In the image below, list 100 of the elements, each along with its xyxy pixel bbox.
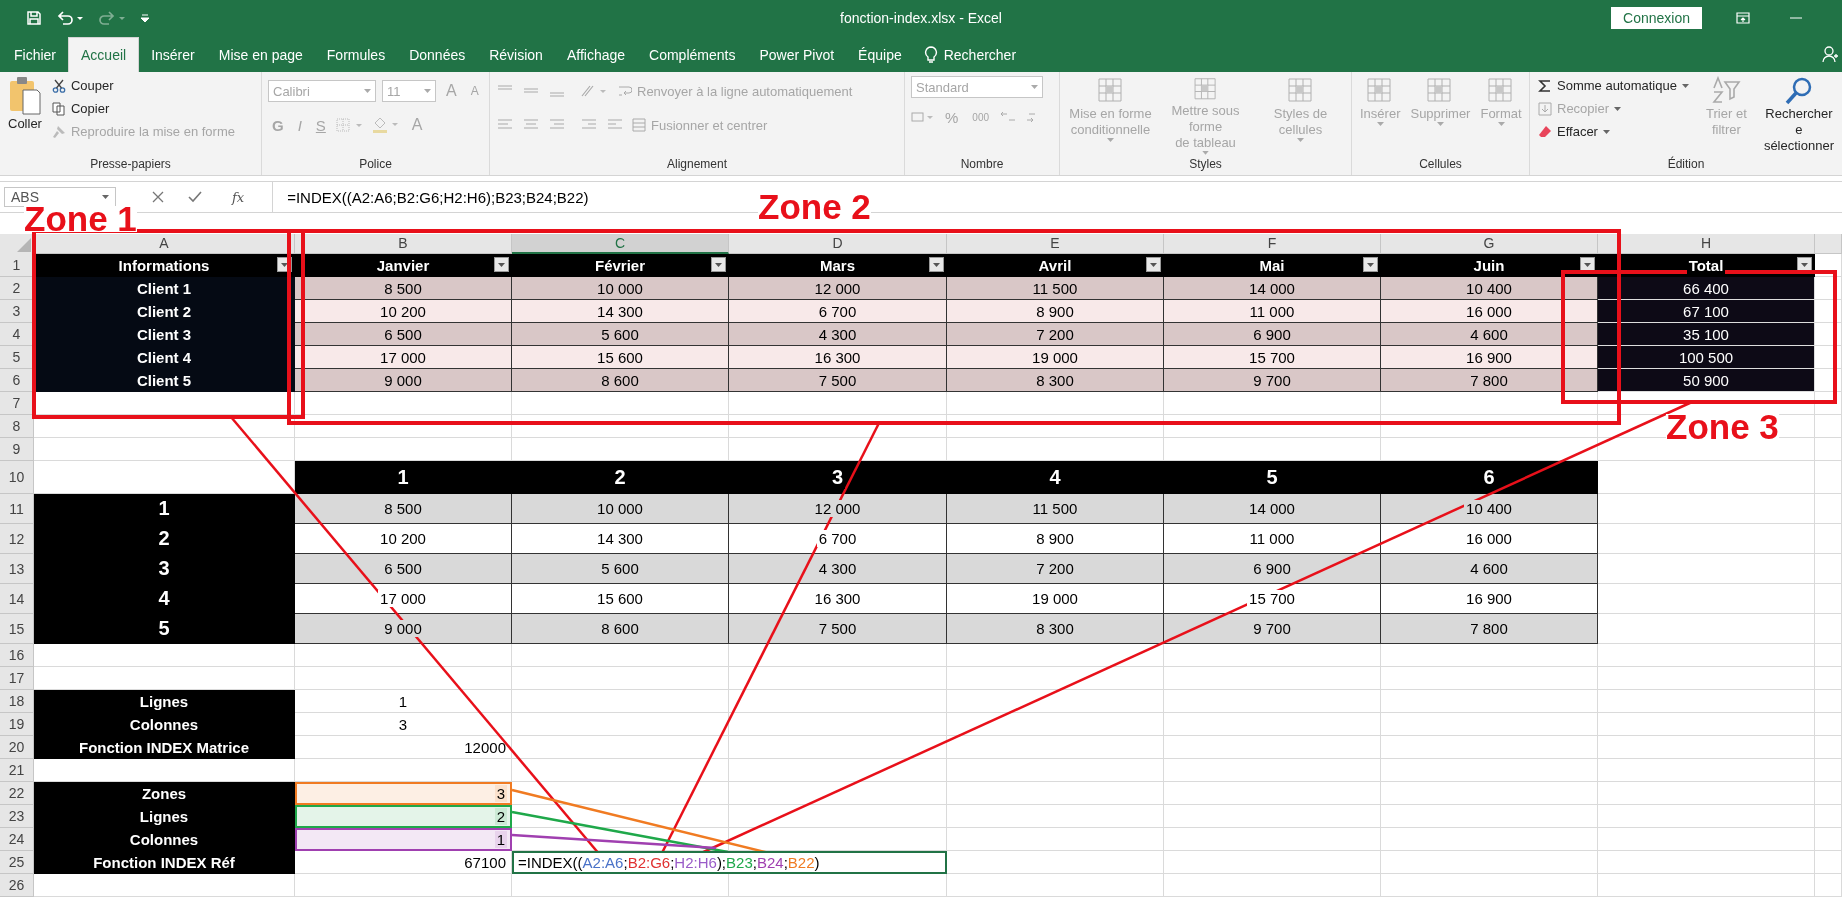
undo-icon[interactable] (56, 9, 84, 26)
table-header: 2 (512, 461, 729, 494)
row-number[interactable]: 7 (0, 392, 34, 415)
group-label: Styles (1188, 156, 1223, 173)
ribbon-tab[interactable]: Power Pivot (747, 37, 847, 72)
empty-cell (1815, 524, 1842, 554)
row-number[interactable]: 19 (0, 713, 34, 736)
ribbon-display-icon[interactable] (1736, 11, 1750, 24)
row-number[interactable]: 1 (0, 254, 34, 277)
table-cell: 6 700 (729, 524, 947, 554)
row-number[interactable]: 13 (0, 554, 34, 584)
column-heading[interactable]: H (1598, 234, 1815, 254)
column-header: Février (512, 254, 729, 277)
empty-cell (1815, 828, 1842, 851)
table-cell: 10 400 (1381, 277, 1598, 300)
caret-icon (1497, 122, 1505, 126)
row-number[interactable]: 12 (0, 524, 34, 554)
minimize-icon[interactable] (1790, 16, 1802, 19)
row-number[interactable]: 23 (0, 805, 34, 828)
empty-cell (1815, 805, 1842, 828)
row-number[interactable]: 8 (0, 415, 34, 438)
ribbon-command[interactable]: Somme automatique (1536, 76, 1691, 95)
table-cell: 19 000 (947, 346, 1164, 369)
row-number[interactable]: 17 (0, 667, 34, 690)
checkmark-icon[interactable] (188, 191, 202, 203)
filter-dropdown-icon[interactable] (1363, 257, 1378, 272)
row-number[interactable]: 24 (0, 828, 34, 851)
row-number[interactable]: 25 (0, 851, 34, 874)
row-number[interactable]: 9 (0, 438, 34, 461)
ribbon-tab[interactable]: Accueil (68, 37, 140, 72)
paste-button[interactable]: Coller (6, 76, 44, 155)
row-number[interactable]: 22 (0, 782, 34, 805)
ribbon-tab[interactable]: Compléments (637, 37, 748, 72)
column-heading[interactable]: F (1164, 234, 1381, 254)
table-cell: 100 500 (1598, 346, 1815, 369)
cancel-icon[interactable] (152, 191, 164, 203)
filter-dropdown-icon[interactable] (1580, 257, 1595, 272)
table-cell: Client 5 (34, 369, 295, 392)
brush-icon (51, 124, 66, 139)
empty-cell (1815, 736, 1842, 759)
table-cell: 66 400 (1598, 277, 1815, 300)
lightbulb-icon (923, 45, 938, 64)
table-cell: 16 300 (729, 584, 947, 614)
column-heading[interactable]: G (1381, 234, 1598, 254)
save-icon[interactable] (26, 9, 42, 26)
row-number[interactable]: 5 (0, 346, 34, 369)
filter-dropdown-icon[interactable] (494, 257, 509, 272)
cell-value: 3 (295, 713, 512, 736)
row-number[interactable]: 21 (0, 759, 34, 782)
cell-value: 67100 (295, 851, 512, 874)
row-number[interactable]: 4 (0, 323, 34, 346)
row-number[interactable]: 14 (0, 584, 34, 614)
row-number[interactable]: 15 (0, 614, 34, 644)
table-cell: 35 100 (1598, 323, 1815, 346)
tell-me-search[interactable]: Rechercher (913, 37, 1027, 72)
ribbon-command[interactable]: Couper (49, 76, 237, 95)
ribbon-tab[interactable]: Formules (314, 37, 398, 72)
ribbon-command[interactable]: Rechercher e sélectionner (1761, 76, 1836, 155)
column-heading[interactable]: E (947, 234, 1164, 254)
zone-label: Zone 3 (1666, 414, 1779, 440)
ribbon-tab[interactable]: Données (397, 37, 478, 72)
empty-cell (1815, 415, 1842, 438)
group-label: Alignement (665, 156, 728, 173)
row-number[interactable]: 20 (0, 736, 34, 759)
row-number[interactable]: 16 (0, 644, 34, 667)
column-heading[interactable]: A (34, 234, 295, 254)
row-number[interactable]: 18 (0, 690, 34, 713)
table-cell: 15 700 (1164, 584, 1381, 614)
customize-caret-icon[interactable] (140, 11, 150, 24)
filter-dropdown-icon[interactable] (711, 257, 726, 272)
ribbon-tab[interactable]: Affichage (554, 37, 638, 72)
filter-dropdown-icon[interactable] (929, 257, 944, 272)
ribbon-tab[interactable]: Mise en page (206, 37, 315, 72)
sign-in-button[interactable]: Connexion (1611, 6, 1702, 29)
ribbon-tab[interactable]: Fichier (2, 37, 68, 72)
row-number[interactable]: 6 (0, 369, 34, 392)
filter-dropdown-icon[interactable] (1797, 257, 1812, 272)
table-cell: 14 300 (512, 300, 729, 323)
caret-icon (1031, 85, 1038, 89)
ribbon-command[interactable]: Copier (49, 99, 237, 118)
caret-icon (1681, 83, 1689, 88)
row-number[interactable]: 26 (0, 874, 34, 897)
column-heading[interactable]: C (512, 234, 729, 254)
row-number[interactable]: 11 (0, 494, 34, 524)
column-heading[interactable]: B (295, 234, 512, 254)
row-number[interactable]: 10 (0, 461, 34, 494)
ribbon-command[interactable]: Effacer (1536, 122, 1691, 141)
ribbon-tab[interactable]: Révision (477, 37, 555, 72)
ribbon-tab[interactable]: Équipe (846, 37, 914, 72)
ribbon-tab[interactable]: Insérer (139, 37, 207, 72)
formula-field[interactable]: =INDEX((A2:A6;B2:G6;H2:H6);B23;B24;B22) (273, 188, 589, 206)
table-cell: 4 600 (1381, 554, 1598, 584)
column-header: Avril (947, 254, 1164, 277)
caret-icon (1602, 129, 1610, 134)
share-person-icon[interactable] (1822, 45, 1838, 63)
column-heading[interactable]: D (729, 234, 947, 254)
filter-dropdown-icon[interactable] (1146, 257, 1161, 272)
insert-function-button[interactable]: fx (226, 188, 251, 206)
row-number[interactable]: 2 (0, 277, 34, 300)
row-number[interactable]: 3 (0, 300, 34, 323)
